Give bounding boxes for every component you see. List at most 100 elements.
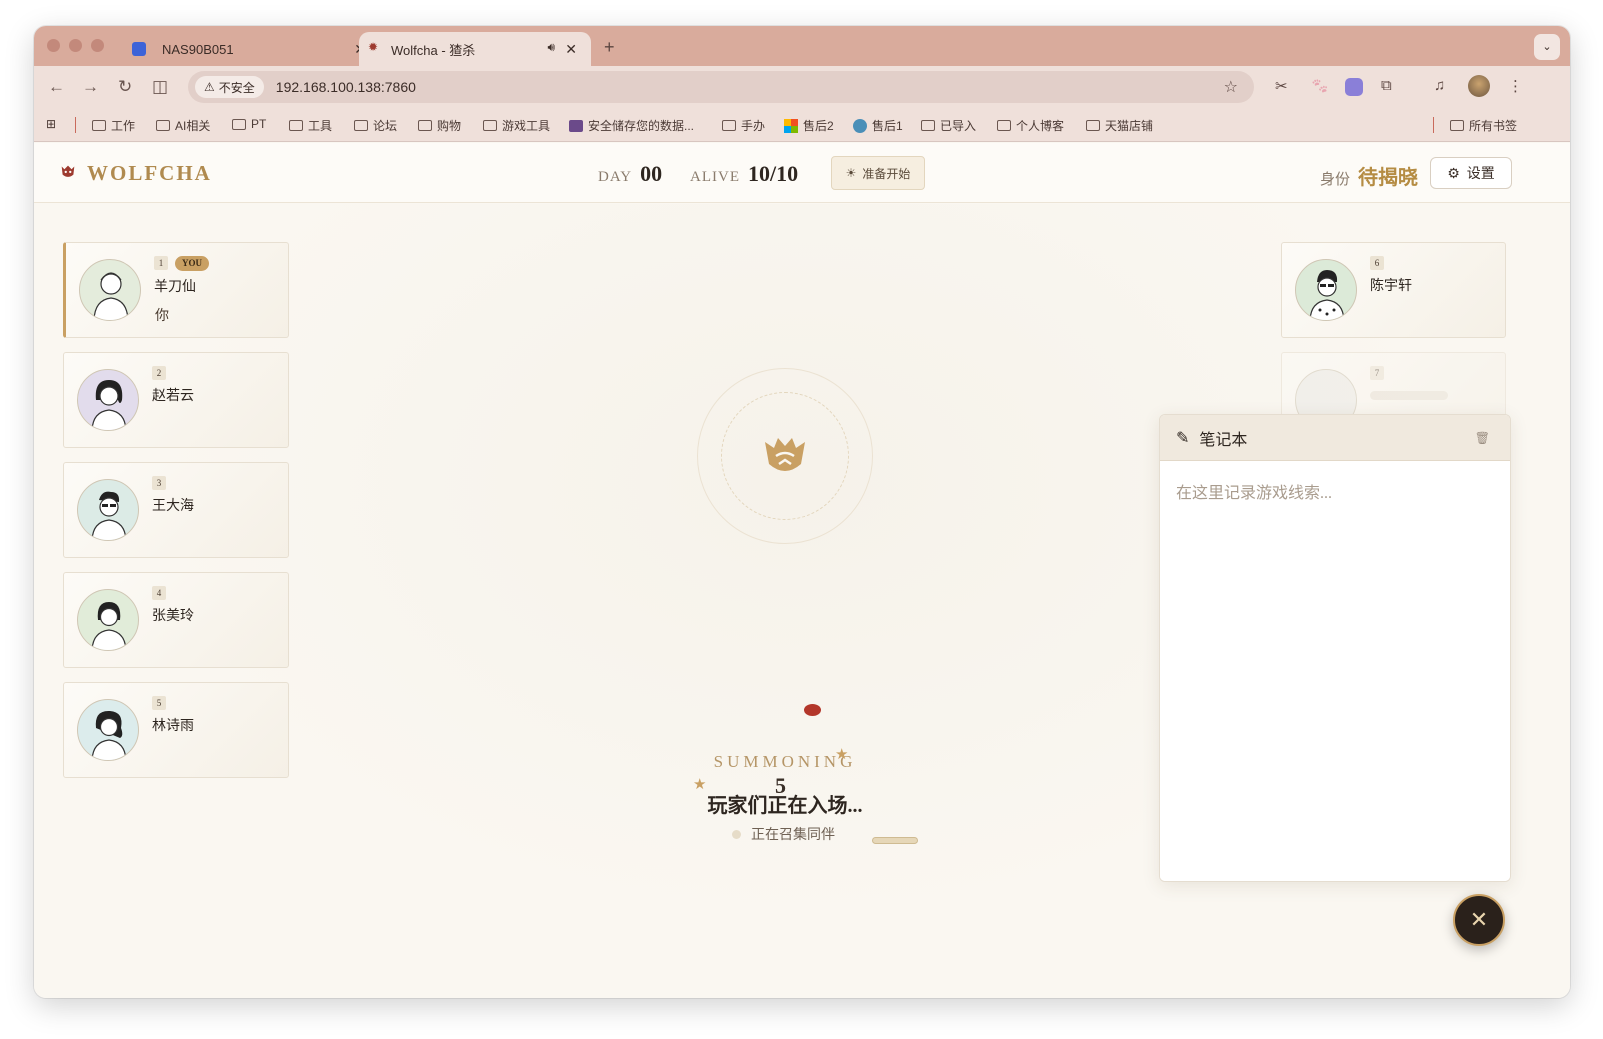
folder-icon [354, 120, 368, 131]
notebook-panel: ✎ 笔记本 🗑︎ [1159, 414, 1511, 882]
notebook-input[interactable] [1160, 461, 1510, 881]
bookmark-folder-forum[interactable]: 论坛 [354, 117, 397, 134]
bookmark-folder-shopping[interactable]: 购物 [418, 117, 461, 134]
bookmark-folder-pt[interactable]: PT [232, 117, 266, 131]
bookmark-folder-game-tools[interactable]: 游戏工具 [483, 117, 550, 134]
extension-purple-icon[interactable] [1345, 78, 1363, 96]
app-name: WOLFCHA [87, 161, 212, 185]
tab-nas[interactable]: NAS90B051 ✕ [122, 32, 380, 66]
wolf-paw-icon [59, 162, 77, 185]
bookmark-separator [75, 117, 76, 133]
identity-display: 身份 待揭晓 [1320, 161, 1418, 190]
tab-strip: NAS90B051 ✕ ✹ Wolfcha - 猹杀 🔊︎ ✕ + ⌄ [34, 26, 1570, 66]
security-chip[interactable]: ⚠ 不安全 [195, 76, 264, 98]
media-control-icon[interactable]: ♫ [1434, 77, 1445, 94]
bookmark-aftersale-2[interactable]: 售后2 [784, 117, 834, 134]
player-card-5[interactable]: 5 林诗雨 [63, 682, 289, 778]
alive-value: 10/10 [748, 161, 799, 186]
player-name: 张美玲 [152, 607, 194, 623]
bookmark-aftersale-1[interactable]: 售后1 [853, 117, 903, 134]
player-name: 羊刀仙 [154, 278, 196, 294]
split-view-icon[interactable]: ◫ [152, 77, 168, 97]
loading-bar [872, 837, 918, 844]
folder-icon [156, 120, 170, 131]
bookmark-secure-storage[interactable]: 安全储存您的数据... [569, 117, 694, 134]
bookmark-folder-tools[interactable]: 工具 [289, 117, 332, 134]
player-card-1[interactable]: 1 YOU 羊刀仙 你 [63, 242, 289, 338]
folder-icon [1086, 120, 1100, 131]
storage-favicon-icon [569, 119, 583, 132]
summon-status: 正在召集同伴 [732, 824, 835, 844]
profile-avatar[interactable] [1468, 75, 1490, 97]
identity-label: 身份 [1320, 171, 1351, 188]
windows-favicon-icon [784, 118, 798, 133]
extension-cat-icon[interactable]: 🐾︎ [1310, 77, 1329, 95]
bookmark-folder-all[interactable]: 所有书签 [1450, 117, 1517, 134]
close-notebook-button[interactable]: ✕ [1453, 894, 1505, 946]
player-card-2[interactable]: 2 赵若云 [63, 352, 289, 448]
notebook-title: 笔记本 [1199, 431, 1248, 449]
bookmark-folder-work[interactable]: 工作 [92, 117, 135, 134]
paw-favicon-icon: ✹ [368, 40, 379, 54]
name-skeleton [1370, 391, 1448, 400]
alive-counter: ALIVE 10/10 [690, 161, 798, 187]
notebook-header: ✎ 笔记本 [1160, 415, 1510, 461]
back-icon[interactable]: ← [48, 77, 65, 97]
player-card-6[interactable]: 6 陈宇轩 [1281, 242, 1506, 338]
gear-icon: ⚙ [1447, 164, 1460, 181]
folder-icon [1450, 120, 1464, 131]
zoom-window-button[interactable] [91, 39, 104, 52]
player-name: 赵若云 [152, 387, 194, 403]
star-icon: ★ [693, 776, 707, 793]
ready-start-button[interactable]: ☀ 准备开始 [831, 156, 925, 190]
apps-grid-icon[interactable]: ⊞ [46, 117, 56, 131]
extension-scissors-icon[interactable]: ✂ [1275, 77, 1288, 95]
player-card-3[interactable]: 3 王大海 [63, 462, 289, 558]
globe-favicon-icon [853, 118, 867, 133]
new-tab-button[interactable]: + [604, 37, 615, 58]
trash-icon[interactable]: 🗑︎ [1475, 431, 1490, 445]
alive-label: ALIVE [690, 169, 740, 185]
player-number: 3 [152, 476, 166, 490]
reload-icon[interactable]: ↻ [118, 77, 132, 97]
day-counter: DAY 00 [598, 161, 662, 187]
speaker-icon[interactable]: 🔊︎ [547, 40, 555, 55]
bookmark-separator [1433, 117, 1434, 133]
tab-wolfcha[interactable]: ✹ Wolfcha - 猹杀 🔊︎ ✕ [359, 32, 591, 66]
bookmark-star-icon[interactable]: ☆ [1224, 77, 1238, 97]
warning-icon: ⚠ [204, 80, 215, 94]
app-logo[interactable]: WOLFCHA [59, 161, 212, 186]
browser-window: NAS90B051 ✕ ✹ Wolfcha - 猹杀 🔊︎ ✕ + ⌄ ← → … [34, 26, 1570, 998]
player-number: 1 [154, 256, 168, 270]
player-avatar [77, 479, 139, 541]
tab-title: NAS90B051 [162, 41, 234, 57]
edit-icon: ✎ [1176, 429, 1190, 447]
extensions-puzzle-icon[interactable]: ⧉ [1381, 77, 1392, 94]
tab-search-button[interactable]: ⌄ [1534, 34, 1560, 60]
forward-icon[interactable]: → [82, 77, 99, 97]
player-number: 4 [152, 586, 166, 600]
close-window-button[interactable] [47, 39, 60, 52]
settings-button[interactable]: ⚙ 设置 [1430, 157, 1512, 189]
player-number: 2 [152, 366, 166, 380]
player-card-4[interactable]: 4 张美玲 [63, 572, 289, 668]
bookmark-folder-blog[interactable]: 个人博客 [997, 117, 1064, 134]
bookmark-folder-figures[interactable]: 手办 [722, 117, 765, 134]
day-label: DAY [598, 169, 633, 185]
player-number: 5 [152, 696, 166, 710]
url-text[interactable]: 192.168.100.138:7860 [276, 79, 416, 95]
bookmark-folder-tmall[interactable]: 天猫店铺 [1086, 117, 1153, 134]
player-avatar [79, 259, 141, 321]
tab-title: Wolfcha - 猹杀 [391, 42, 476, 58]
folder-icon [232, 118, 246, 130]
minimize-window-button[interactable] [69, 39, 82, 52]
folder-icon [483, 120, 497, 131]
folder-icon [921, 120, 935, 131]
bookmark-folder-imported[interactable]: 已导入 [921, 117, 976, 134]
player-avatar [77, 589, 139, 651]
browser-menu-icon[interactable]: ⋮ [1508, 77, 1523, 95]
close-tab-icon[interactable]: ✕ [565, 41, 577, 58]
address-bar[interactable]: ⚠ 不安全 192.168.100.138:7860 ☆ [188, 71, 1254, 103]
bookmark-folder-ai[interactable]: AI相关 [156, 117, 210, 134]
player-subtitle: 你 [155, 307, 169, 323]
